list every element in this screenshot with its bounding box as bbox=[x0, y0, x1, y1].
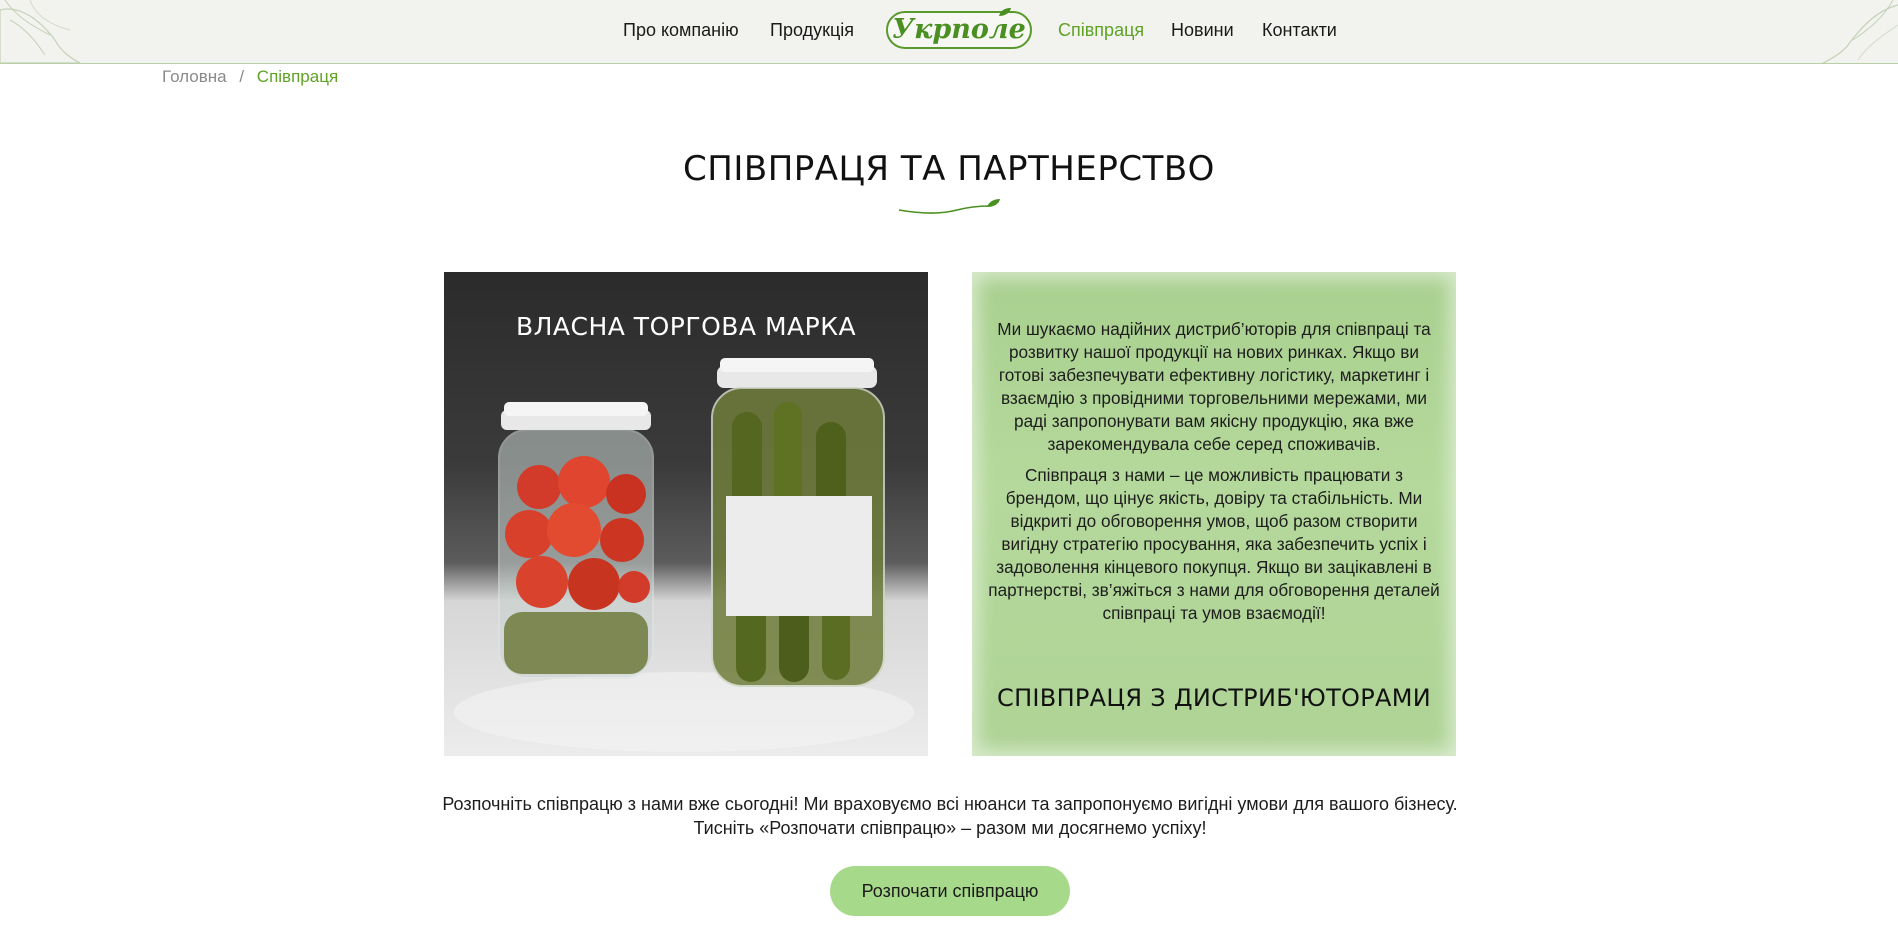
breadcrumb: Головна / Співпраця bbox=[162, 67, 338, 87]
distributors-heading: СПІВПРАЦЯ З ДИСТРИБ'ЮТОРАМИ bbox=[997, 684, 1431, 712]
breadcrumb-home-link[interactable]: Головна bbox=[162, 67, 227, 86]
page-title: СПІВПРАЦЯ ТА ПАРТНЕРСТВО bbox=[683, 149, 1215, 189]
logo-leaf-icon bbox=[999, 8, 1011, 16]
distributors-description: Ми шукаємо надійних дистриб’юторів для с… bbox=[988, 318, 1440, 633]
nav-item-cooperation[interactable]: Співпраця bbox=[1058, 20, 1144, 41]
private-label-title: ВЛАСНА ТОРГОВА МАРКА bbox=[515, 312, 857, 341]
site-header: Про компанію Продукція Укрполе Співпраця… bbox=[0, 0, 1898, 64]
pickle-jars-image bbox=[454, 358, 914, 752]
distributors-card[interactable]: Ми шукаємо надійних дистриб’юторів для с… bbox=[972, 272, 1456, 756]
title-ornament-icon bbox=[898, 199, 1000, 214]
distributors-paragraph-1: Ми шукаємо надійних дистриб’юторів для с… bbox=[997, 319, 1431, 454]
nav-item-news[interactable]: Новини bbox=[1171, 20, 1234, 41]
distributors-paragraph-2: Співпраця з нами – це можливість працюва… bbox=[988, 465, 1440, 623]
cta-description: Розпочніть співпрацю з нами вже сьогодні… bbox=[442, 794, 1458, 838]
site-logo[interactable]: Укрполе bbox=[886, 8, 1032, 49]
decorative-leaf-icon bbox=[0, 0, 81, 63]
start-cooperation-button[interactable]: Розпочати співпрацю bbox=[830, 866, 1070, 916]
private-label-card[interactable]: ВЛАСНА ТОРГОВА МАРКА bbox=[444, 272, 928, 756]
logo-text: Укрполе bbox=[892, 14, 1026, 45]
decorative-leaf-icon bbox=[1822, 0, 1898, 63]
nav-item-about[interactable]: Про компанію bbox=[623, 20, 739, 41]
breadcrumb-separator: / bbox=[239, 67, 245, 86]
nav-item-products[interactable]: Продукція bbox=[770, 20, 854, 41]
nav-item-contacts[interactable]: Контакти bbox=[1262, 20, 1337, 41]
breadcrumb-current: Співпраця bbox=[256, 67, 339, 86]
